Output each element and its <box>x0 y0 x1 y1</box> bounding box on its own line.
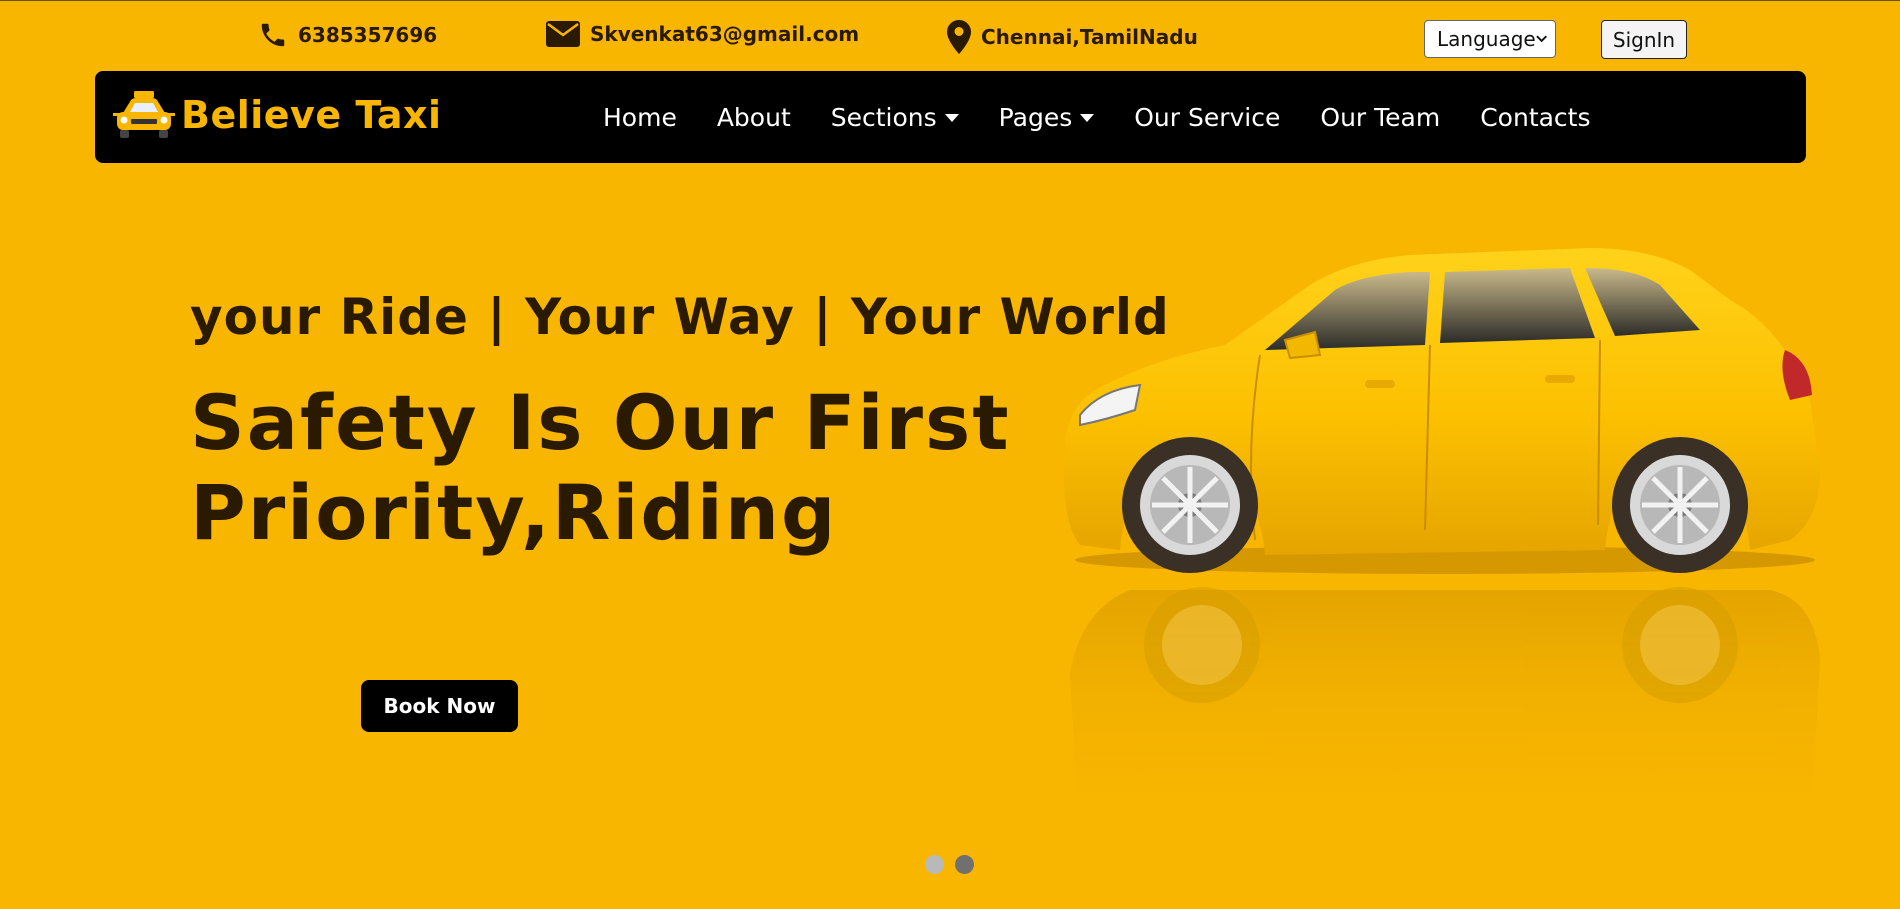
nav-item-label: Home <box>603 102 677 132</box>
taxi-icon <box>113 91 175 138</box>
language-select-value: Language <box>1437 27 1536 51</box>
nav-item-label: About <box>716 102 791 132</box>
phone-icon <box>261 23 285 47</box>
brand-logo[interactable]: Believe Taxi <box>111 89 442 141</box>
nav-item-our-service[interactable]: Our Service <box>1134 103 1280 132</box>
nav-item-label: Contacts <box>1480 102 1591 132</box>
nav-item-label: Our Team <box>1320 102 1441 132</box>
location-text: Chennai,TamilNadu <box>981 25 1198 49</box>
nav-item-home[interactable]: Home <box>603 103 677 132</box>
language-select[interactable]: Language <box>1424 20 1556 58</box>
hero-headline-line-2: Priority,Riding <box>190 468 838 557</box>
carousel-indicators <box>925 855 985 874</box>
nav-item-pages[interactable]: Pages <box>999 103 1095 132</box>
caret-down-icon <box>944 114 959 122</box>
caret-down-icon <box>1080 114 1095 122</box>
nav-menu: Home About Sections Pages Our Service Ou… <box>603 71 1631 163</box>
hero-tagline: your Ride | Your Way | Your World <box>190 288 1170 346</box>
nav-item-contacts[interactable]: Contacts <box>1480 103 1590 132</box>
contact-email[interactable]: Skvenkat63@gmail.com <box>546 20 859 48</box>
hero-headline: Safety Is Our First Priority,Riding <box>190 378 1011 558</box>
hero-headline-line-1: Safety Is Our First <box>190 378 1011 467</box>
nav-item-label: Pages <box>998 102 1073 132</box>
nav-item-label: Our Service <box>1134 102 1281 132</box>
nav-item-our-team[interactable]: Our Team <box>1320 103 1440 132</box>
carousel-dot-2[interactable] <box>955 855 974 874</box>
map-pin-icon <box>947 20 971 54</box>
navbar: Believe Taxi Home About Sections Pages O… <box>95 71 1806 163</box>
signin-button[interactable]: SignIn <box>1601 20 1687 59</box>
carousel-dot-1[interactable] <box>925 855 944 874</box>
taxi-car-image <box>1064 248 1820 840</box>
contact-location: Chennai,TamilNadu <box>947 20 1198 54</box>
brand-name: Believe Taxi <box>181 93 442 137</box>
phone-number: 6385357696 <box>298 23 438 47</box>
contact-phone[interactable]: 6385357696 <box>258 20 437 50</box>
email-address: Skvenkat63@gmail.com <box>590 22 860 46</box>
book-now-button[interactable]: Book Now <box>361 680 518 732</box>
top-border <box>0 0 1900 1</box>
nav-item-sections[interactable]: Sections <box>831 103 959 132</box>
envelope-icon <box>546 21 580 47</box>
nav-item-about[interactable]: About <box>717 103 791 132</box>
chevron-down-icon <box>1535 35 1547 43</box>
nav-item-label: Sections <box>830 102 937 132</box>
